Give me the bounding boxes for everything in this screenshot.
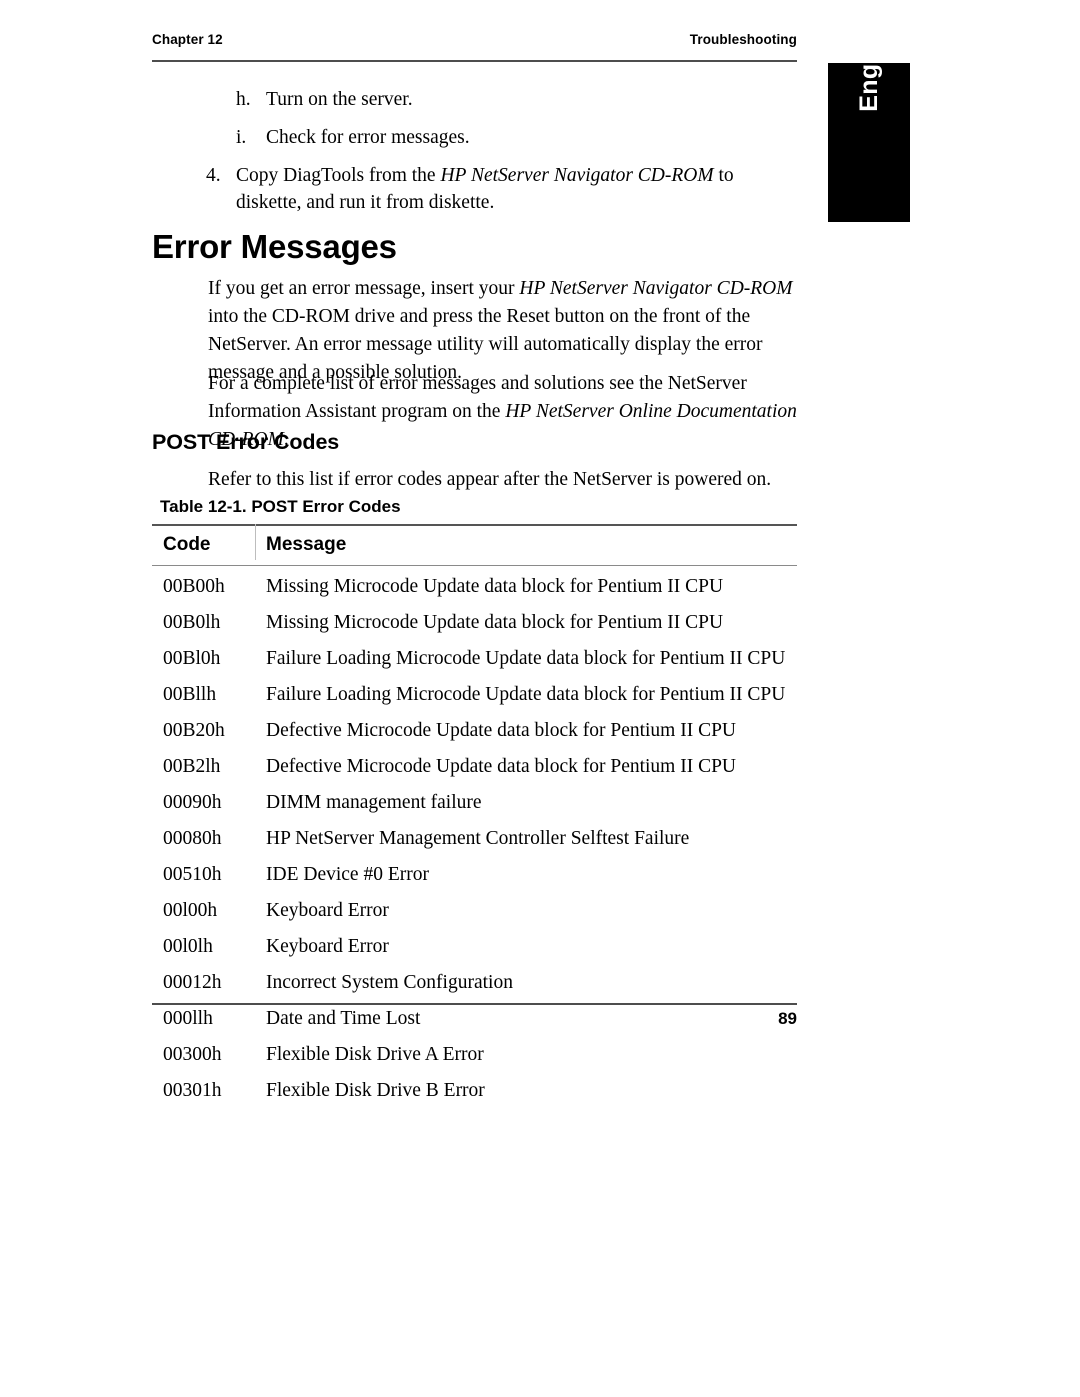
table-row: 00090h DIMM management failure xyxy=(152,785,797,821)
table-row: 00Bl0h Failure Loading Microcode Update d… xyxy=(152,641,797,677)
table-row: 00B20h Defective Microcode Update data bl… xyxy=(152,713,797,749)
table-row: 00012h Incorrect System Configuration xyxy=(152,965,797,1001)
list-text-lead: Copy DiagTools from the xyxy=(236,165,441,186)
language-thumb-tab-label: English xyxy=(854,19,883,112)
table-row: 00l0lh Keyboard Error xyxy=(152,929,797,965)
cell-code: 00Bl0h xyxy=(163,648,221,669)
column-header-message: Message xyxy=(258,524,797,566)
cell-message: Flexible Disk Drive B Error xyxy=(266,1080,485,1101)
cell-code: 00l0lh xyxy=(163,936,213,957)
table-row: 00B0lh Missing Microcode Update data bloc… xyxy=(152,605,797,641)
cell-message: Defective Microcode Update data block fo… xyxy=(266,756,737,777)
list-marker: 4. xyxy=(206,165,221,186)
cell-code: 00l00h xyxy=(163,900,218,921)
post-codes-paragraph: Refer to this list if error codes appear… xyxy=(208,469,772,490)
document-page: Chapter 12 Troubleshooting English h. Tu… xyxy=(0,0,1080,1397)
language-thumb-tab: English xyxy=(828,19,910,222)
table-row: 00B2lh Defective Microcode Update data bl… xyxy=(152,749,797,785)
header-chapter: Chapter 12 xyxy=(152,32,223,47)
footer-rule xyxy=(152,1003,797,1005)
cell-code: 00B20h xyxy=(163,720,225,741)
table-row: 00Bllh Failure Loading Microcode Update d… xyxy=(152,677,797,713)
cell-code: 00510h xyxy=(163,864,222,885)
table-row: 00080h HP NetServer Management Controller… xyxy=(152,821,797,857)
cell-code: 00B2lh xyxy=(163,756,221,777)
cell-message: Defective Microcode Update data block fo… xyxy=(266,720,737,741)
table-column-divider xyxy=(255,524,256,560)
list-text: Check for error messages. xyxy=(266,127,470,148)
table-row: 00l00h Keyboard Error xyxy=(152,893,797,929)
cd-rom-title-italic: HP NetServer Navigator CD-ROM xyxy=(519,278,793,299)
cell-message: Failure Loading Microcode Update data bl… xyxy=(266,648,786,669)
cell-code: 00012h xyxy=(163,972,222,993)
list-marker: i. xyxy=(236,127,247,148)
table-row: 00B00h Missing Microcode Update data bloc… xyxy=(152,566,797,606)
list-marker: h. xyxy=(236,89,251,110)
cell-message: Failure Loading Microcode Update data bl… xyxy=(266,684,786,705)
list-item: i. Check for error messages. xyxy=(152,124,797,151)
table-header-row: Code Message xyxy=(152,524,797,566)
table-row: 00301h Flexible Disk Drive B Error xyxy=(152,1073,797,1109)
list-item: h. Turn on the server. xyxy=(152,86,797,113)
header-rule xyxy=(152,60,797,62)
cell-code: 00090h xyxy=(163,792,222,813)
step-list: h. Turn on the server. i. Check for erro… xyxy=(152,86,797,216)
cell-message: DIMM management failure xyxy=(266,792,482,813)
list-text: Turn on the server. xyxy=(266,89,413,110)
section-title: POST Error Codes xyxy=(152,430,340,454)
table-head: Code Message xyxy=(152,524,797,566)
table-caption: Table 12-1. POST Error Codes xyxy=(160,497,401,516)
list-text: Copy DiagTools from the HP NetServer Nav… xyxy=(236,162,797,216)
paragraph-lead: If you get an error message, insert your xyxy=(208,278,520,299)
procedure-list: h. Turn on the server. i. Check for erro… xyxy=(152,86,797,227)
table-row: 00300h Flexible Disk Drive A Error xyxy=(152,1037,797,1073)
cell-message: Keyboard Error xyxy=(266,936,389,957)
cell-code: 00080h xyxy=(163,828,222,849)
cell-message: Incorrect System Configuration xyxy=(266,972,513,993)
cell-message: Flexible Disk Drive A Error xyxy=(266,1044,484,1065)
header-section: Troubleshooting xyxy=(689,32,797,47)
cell-code: 00301h xyxy=(163,1080,222,1101)
page-number: 89 xyxy=(778,1009,797,1028)
list-item: 4. Copy DiagTools from the HP NetServer … xyxy=(152,162,797,216)
page-title: Error Messages xyxy=(152,228,397,265)
cell-message: Keyboard Error xyxy=(266,900,389,921)
cell-message: Missing Microcode Update data block for … xyxy=(266,612,724,633)
cell-message: HP NetServer Management Controller Selft… xyxy=(266,828,690,849)
cell-message: IDE Device #0 Error xyxy=(266,864,429,885)
column-header-code: Code xyxy=(152,524,258,566)
cell-code: 00B00h xyxy=(163,576,225,597)
cell-message: Missing Microcode Update data block for … xyxy=(266,576,724,597)
cell-code: 00B0lh xyxy=(163,612,221,633)
table-row: 00510h IDE Device #0 Error xyxy=(152,857,797,893)
running-header: Chapter 12 Troubleshooting xyxy=(152,32,797,47)
cd-rom-title-italic: HP NetServer Navigator CD-ROM xyxy=(440,165,714,186)
cell-code: 00Bllh xyxy=(163,684,217,705)
cell-code: 00300h xyxy=(163,1044,222,1065)
